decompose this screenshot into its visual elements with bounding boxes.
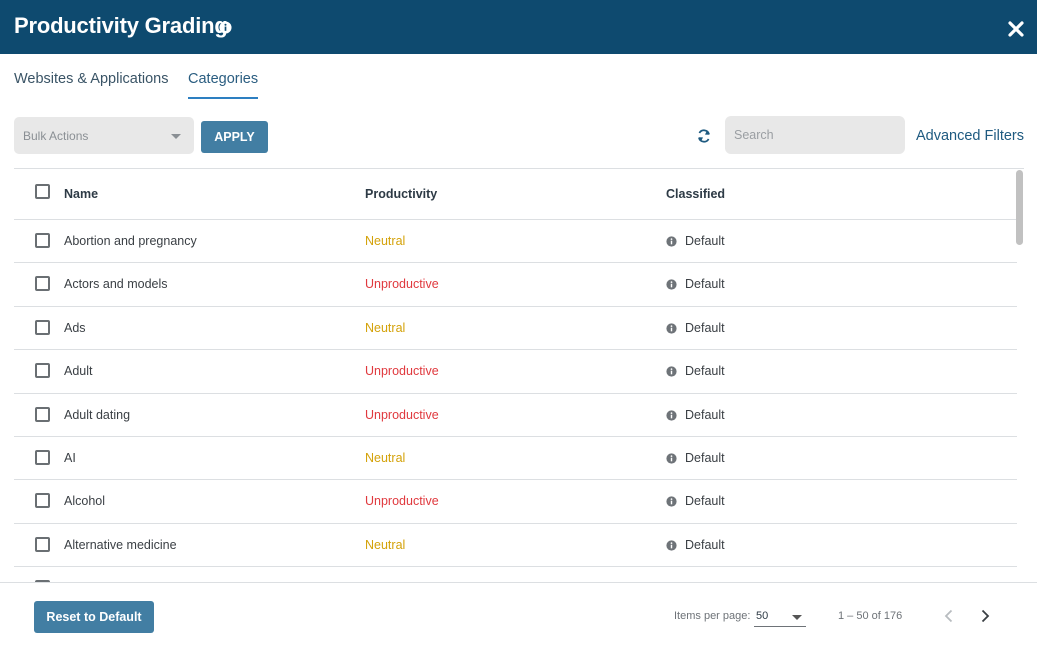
classified-value: Default [685,364,725,379]
info-icon[interactable] [666,279,677,290]
tab-bar: Websites & Applications Categories [0,54,1037,102]
info-icon[interactable] [666,323,677,334]
productivity-value[interactable]: Unproductive [365,277,439,291]
table-row[interactable]: AI Neutral Default [14,437,1017,481]
classified-cell: Default [666,234,725,248]
classified-cell: Default [666,494,725,508]
category-name: Adult [64,364,93,379]
classified-value: Default [685,537,725,552]
category-name: AI [64,450,76,465]
table-row[interactable]: Ads Neutral Default [14,307,1017,351]
pagination-range: 1 – 50 of 176 [838,610,903,622]
classified-cell: Default [666,321,725,335]
row-checkbox[interactable] [35,276,50,292]
category-name: Actors and models [64,277,168,292]
classified-value: Default [685,234,725,248]
classified-cell: Default [666,277,725,291]
table-row[interactable]: Actors and models Unproductive Default [14,263,1017,307]
classified-value: Default [685,320,725,335]
categories-table: Name Productivity Classified Abortion an… [14,168,1024,582]
row-checkbox[interactable] [35,449,50,465]
info-icon[interactable] [666,540,677,551]
refresh-icon[interactable] [696,128,712,144]
info-icon[interactable] [219,21,232,34]
category-name: Abortion and pregnancy [64,234,197,248]
category-name: Adult dating [64,407,131,422]
tab-categories[interactable]: Categories [188,71,259,99]
bulk-actions-select[interactable]: Bulk Actions [14,117,194,154]
productivity-value[interactable]: Neutral [365,538,405,552]
tab-websites-applications[interactable]: Websites & Applications [14,71,168,97]
classified-value: Default [685,494,725,509]
table-row[interactable]: Adult dating Unproductive Default [14,394,1017,437]
chevron-left-icon[interactable] [941,608,957,624]
productivity-value[interactable]: Neutral [365,321,405,335]
classified-value: Default [685,407,725,422]
reset-to-default-button[interactable]: Reset to Default [34,601,154,633]
row-checkbox[interactable] [35,363,50,379]
category-name: Ads [64,320,86,335]
column-header-name[interactable]: Name [64,187,98,201]
info-icon[interactable] [666,496,677,507]
classified-value: Default [685,450,725,465]
dialog-header: Productivity Grading [0,0,1037,54]
table-body: Abortion and pregnancy Neutral Default Acto… [14,220,1017,582]
category-name: Alcohol [64,494,105,509]
table-row[interactable]: Adult Unproductive Default [14,350,1017,394]
classified-cell: Default [666,451,725,465]
chevron-right-icon[interactable] [977,608,993,624]
table-header: Name Productivity Classified [14,169,1017,220]
dialog-title: Productivity Grading [14,13,228,38]
row-checkbox[interactable] [35,536,50,552]
table-row[interactable]: Alternative medicine Neutral Default [14,524,1017,568]
column-header-classified[interactable]: Classified [666,187,725,201]
table-row[interactable] [14,567,1017,582]
productivity-value[interactable]: Unproductive [365,494,439,508]
advanced-filters-link[interactable]: Advanced Filters [916,128,1024,144]
search-input[interactable] [725,116,905,154]
caret-down-icon [792,615,802,620]
row-checkbox[interactable] [35,493,50,509]
classified-value: Default [685,277,725,292]
row-checkbox[interactable] [35,233,50,248]
info-icon[interactable] [666,453,677,464]
category-name: Alternative medicine [64,537,177,552]
productivity-value[interactable]: Neutral [365,234,405,248]
table-row[interactable]: Abortion and pregnancy Neutral Default [14,220,1017,264]
row-checkbox[interactable] [35,319,50,335]
classified-cell: Default [666,364,725,378]
close-icon[interactable] [1006,19,1026,39]
row-checkbox[interactable] [35,406,50,422]
info-icon[interactable] [666,409,677,421]
classified-cell: Default [666,538,725,552]
items-per-page-value: 50 [756,610,769,622]
caret-down-icon [171,134,181,139]
bulk-actions-label: Bulk Actions [23,129,89,143]
dialog-footer: Reset to Default Items per page: 50 1 – … [0,582,1037,649]
productivity-value[interactable]: Neutral [365,451,405,465]
select-all-checkbox[interactable] [35,184,50,199]
classified-cell: Default [666,408,725,422]
table-scrollbar[interactable] [1016,170,1023,245]
apply-button[interactable]: APPLY [201,121,268,153]
info-icon[interactable] [666,366,677,377]
info-icon[interactable] [666,236,677,247]
productivity-value[interactable]: Unproductive [365,364,439,378]
table-row[interactable]: Alcohol Unproductive Default [14,480,1017,524]
column-header-productivity[interactable]: Productivity [365,187,437,201]
items-per-page-select[interactable]: 50 [754,603,806,627]
items-per-page-label: Items per page: [674,610,751,622]
productivity-value[interactable]: Unproductive [365,408,439,422]
